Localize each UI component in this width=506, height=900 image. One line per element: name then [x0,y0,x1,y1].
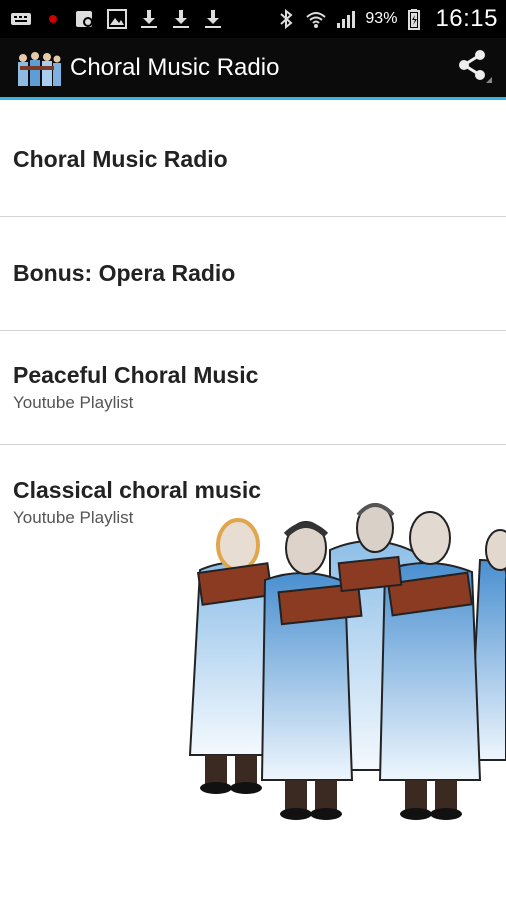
list-item-title: Bonus: Opera Radio [13,260,236,286]
keyboard-icon [10,8,32,30]
signal-icon [335,8,357,30]
choir-illustration [180,500,506,840]
status-bar: 93% 16:15 [0,0,506,38]
battery-percentage: 93% [365,10,398,27]
download-icon [170,8,192,30]
action-bar: Choral Music Radio [0,38,506,100]
station-list: Choral Music Radio Bonus: Opera Radio Pe… [0,103,506,559]
list-item-peaceful-choral-music[interactable]: Peaceful Choral Music Youtube Playlist [0,331,506,445]
app-logo-icon[interactable] [14,48,62,88]
status-system-icons: 93% 16:15 [275,5,506,33]
list-item-subtitle: Youtube Playlist [13,393,134,412]
download-icon [138,8,160,30]
share-button[interactable] [452,48,492,88]
image-icon [106,8,128,30]
phone-tool-icon [74,8,96,30]
app-title: Choral Music Radio [70,53,280,81]
list-item-opera-radio[interactable]: Bonus: Opera Radio [0,217,506,331]
notification-dot-icon [42,8,64,30]
list-item-title: Choral Music Radio [13,146,228,172]
share-icon [452,45,492,90]
download-icon [202,8,224,30]
list-item-title: Peaceful Choral Music [13,362,259,388]
wifi-icon [305,8,327,30]
status-clock: 16:15 [435,5,498,32]
battery-icon [405,8,427,30]
list-item-choral-music-radio[interactable]: Choral Music Radio [0,103,506,217]
status-notification-icons [0,8,224,30]
bluetooth-icon [275,8,297,30]
